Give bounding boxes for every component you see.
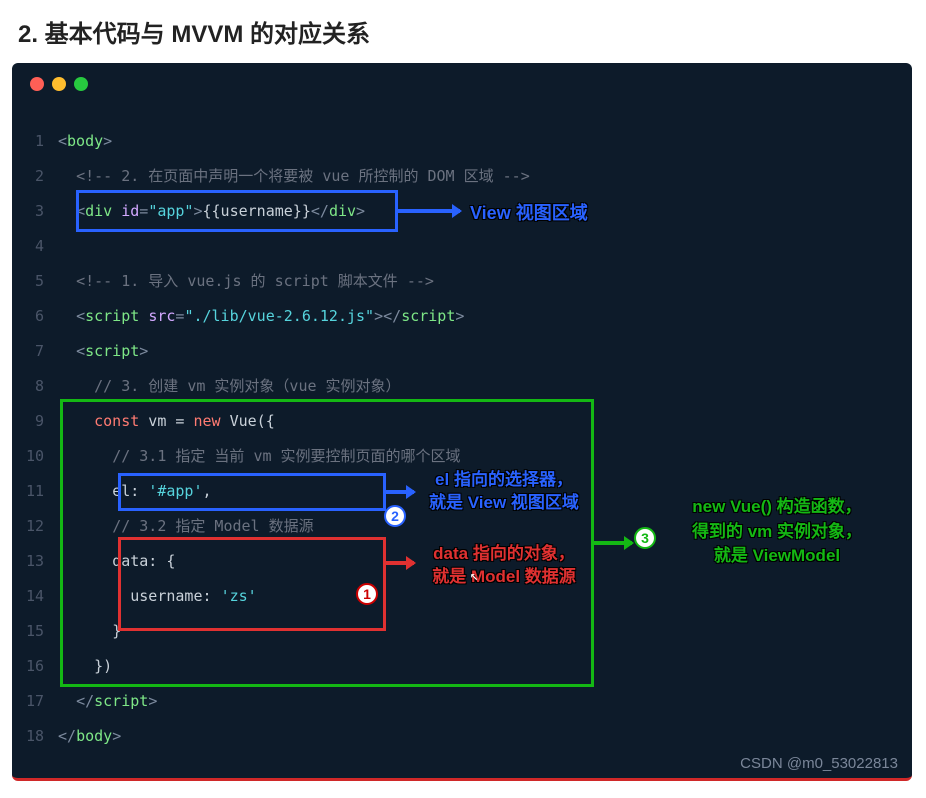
code-editor-image: 1<body> 2 <!-- 2. 在页面中声明一个将要被 vue 所控制的 D…: [12, 63, 912, 781]
cursor-icon: ↖: [470, 568, 478, 584]
arrow-icon: [386, 490, 414, 494]
section-heading: 2. 基本代码与 MVVM 的对应关系: [18, 14, 914, 49]
arrow-icon: [398, 209, 460, 213]
label-data: data 指向的对象，就是 Model 数据源: [414, 543, 594, 589]
label-el: el 指向的选择器，就是 View 视图区域: [414, 469, 594, 515]
maximize-icon: [74, 77, 88, 91]
code-block: 1<body> 2 <!-- 2. 在页面中声明一个将要被 vue 所控制的 D…: [12, 123, 912, 753]
minimize-icon: [52, 77, 66, 91]
label-viewmodel: new Vue() 构造函数，得到的 vm 实例对象，就是 ViewModel: [662, 495, 892, 569]
label-view: View 视图区域: [470, 199, 588, 225]
close-icon: [30, 77, 44, 91]
badge-3-icon: 3: [634, 527, 656, 549]
arrow-icon: [386, 561, 414, 565]
badge-2-icon: 2: [384, 505, 406, 527]
arrow-icon: [594, 541, 632, 545]
watermark: CSDN @m0_53022813: [740, 755, 898, 772]
window-traffic-lights: [30, 77, 88, 91]
badge-1-icon: 1: [356, 583, 378, 605]
